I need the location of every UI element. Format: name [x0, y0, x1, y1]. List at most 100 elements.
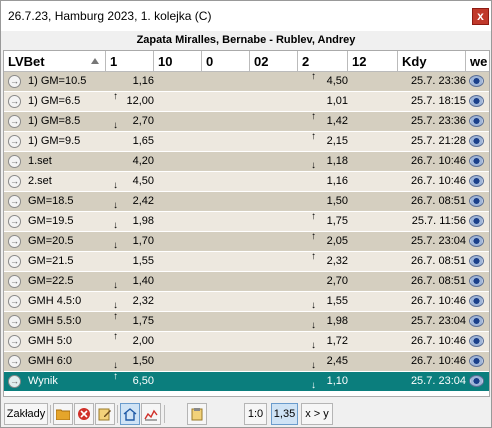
table-row[interactable]: → GM=22.5 ↓ 1,40 2,70 26.7. 08:51 [4, 272, 489, 292]
arrow-right-icon[interactable]: → [8, 175, 21, 188]
eye-icon[interactable] [469, 275, 484, 287]
open-folder-button[interactable] [53, 403, 73, 425]
odds-home[interactable]: 1,65 [112, 132, 154, 151]
table-row[interactable]: → GM=18.5 ↓ 2,42 1,50 26.7. 08:51 [4, 192, 489, 212]
odds-away[interactable]: 1,16 [306, 172, 348, 191]
grid-header: LVBet 1 10 0 02 2 12 Kdy we [4, 51, 489, 72]
eye-icon[interactable] [469, 315, 484, 327]
column-header-bookmaker[interactable]: LVBet [4, 51, 106, 72]
column-header-time[interactable]: Kdy [398, 51, 466, 72]
odds-away[interactable]: ↑ 2,32 [306, 251, 348, 271]
arrow-right-icon[interactable]: → [8, 235, 21, 248]
arrow-right-icon[interactable]: → [8, 335, 21, 348]
odds-format-button[interactable]: 1,35 [271, 403, 298, 425]
odds-away[interactable]: ↑ 2,15 [306, 131, 348, 151]
odds-home[interactable]: ↓ 1,70 [112, 232, 154, 251]
odds-home[interactable]: ↑ 12,00 [112, 91, 154, 111]
odds-home[interactable]: 1,55 [112, 252, 154, 271]
odds-away[interactable]: ↓ 1,98 [306, 312, 348, 331]
table-row[interactable]: → GM=19.5 ↓ 1,98 ↑ 1,75 25.7. 11:56 [4, 211, 489, 232]
table-row[interactable]: → GM=21.5 1,55 ↑ 2,32 26.7. 08:51 [4, 251, 489, 272]
table-row[interactable]: → 1) GM=6.5 ↑ 12,00 1,01 25.7. 18:15 [4, 91, 489, 112]
odds-home[interactable]: ↑ 2,00 [112, 331, 154, 351]
home-button[interactable] [120, 403, 140, 425]
odds-away[interactable]: ↑ 4,50 [306, 71, 348, 91]
odds-home[interactable]: ↓ 2,70 [112, 112, 154, 131]
close-button[interactable]: x [472, 8, 489, 25]
table-row[interactable]: → 2.set ↓ 4,50 1,16 26.7. 10:46 [4, 172, 489, 192]
odds-home[interactable]: ↓ 1,98 [112, 212, 154, 231]
odds-away[interactable]: ↓ 2,45 [306, 352, 348, 371]
arrow-right-icon[interactable]: → [8, 115, 21, 128]
odds-home[interactable]: ↓ 4,50 [112, 172, 154, 191]
eye-icon[interactable] [469, 95, 484, 107]
table-row[interactable]: → GMH 5.5:0 ↑ 1,75 ↓ 1,98 25.7. 23:04 [4, 311, 489, 332]
eye-icon[interactable] [469, 355, 484, 367]
arrow-right-icon[interactable]: → [8, 95, 21, 108]
zaklady-button[interactable]: Zakłady [4, 403, 48, 425]
eye-icon[interactable] [469, 195, 484, 207]
column-header-2[interactable]: 2 [298, 51, 348, 72]
market-name: GMH 4.5:0 [28, 295, 82, 307]
eye-icon[interactable] [469, 255, 484, 267]
score-format-button[interactable]: 1:0 [244, 403, 267, 425]
table-row[interactable]: → GMH 6:0 ↓ 1,50 ↓ 2,45 26.7. 10:46 [4, 352, 489, 372]
arrow-right-icon[interactable]: → [8, 135, 21, 148]
table-row[interactable]: → GM=20.5 ↓ 1,70 ↑ 2,05 25.7. 23:04 [4, 231, 489, 252]
odds-home[interactable]: 1,16 [112, 72, 154, 91]
eye-icon[interactable] [469, 175, 484, 187]
arrow-right-icon[interactable]: → [8, 295, 21, 308]
column-header-0[interactable]: 0 [202, 51, 250, 72]
edit-button[interactable] [95, 403, 115, 425]
eye-icon[interactable] [469, 375, 484, 387]
column-header-02[interactable]: 02 [250, 51, 298, 72]
arrow-right-icon[interactable]: → [8, 195, 21, 208]
arrow-right-icon[interactable]: → [8, 155, 21, 168]
eye-icon[interactable] [469, 75, 484, 87]
eye-icon[interactable] [469, 115, 484, 127]
odds-home[interactable]: ↑ 1,75 [112, 311, 154, 331]
odds-away[interactable]: ↓ 1,72 [306, 332, 348, 351]
eye-icon[interactable] [469, 215, 484, 227]
odds-home[interactable]: ↓ 1,40 [112, 272, 154, 291]
table-row[interactable]: → 1.set 4,20 ↓ 1,18 26.7. 10:46 [4, 152, 489, 172]
table-row[interactable]: → GMH 4.5:0 ↓ 2,32 ↓ 1,55 26.7. 10:46 [4, 292, 489, 312]
column-header-10[interactable]: 10 [154, 51, 202, 72]
odds-home[interactable]: ↓ 2,42 [112, 192, 154, 211]
odds-home[interactable]: ↓ 2,32 [112, 292, 154, 311]
update-time: 26.7. 10:46 [410, 335, 466, 347]
arrow-right-icon[interactable]: → [8, 355, 21, 368]
arrow-right-icon[interactable]: → [8, 315, 21, 328]
update-time: 25.7. 18:15 [410, 95, 466, 107]
odds-home[interactable]: ↑ 6,50 [112, 371, 154, 391]
eye-icon[interactable] [469, 235, 484, 247]
eye-icon[interactable] [469, 155, 484, 167]
comparison-button[interactable]: x > y [301, 403, 333, 425]
arrow-right-icon[interactable]: → [8, 215, 21, 228]
market-name: 1) GM=6.5 [28, 95, 81, 107]
arrow-right-icon[interactable]: → [8, 75, 21, 88]
column-header-1[interactable]: 1 [106, 51, 154, 72]
table-row[interactable]: → 1) GM=10.5 1,16 ↑ 4,50 25.7. 23:36 [4, 71, 489, 92]
delete-button[interactable] [74, 403, 94, 425]
odds-away[interactable]: 2,70 [306, 272, 348, 291]
table-row[interactable]: → 1) GM=9.5 1,65 ↑ 2,15 25.7. 21:28 [4, 131, 489, 152]
eye-icon[interactable] [469, 135, 484, 147]
arrow-right-icon[interactable]: → [8, 275, 21, 288]
chart-button[interactable] [141, 403, 161, 425]
odds-home[interactable]: 4,20 [112, 152, 154, 171]
clipboard-button[interactable] [187, 403, 207, 425]
odds-away[interactable]: ↓ 1,55 [306, 292, 348, 311]
column-header-12[interactable]: 12 [348, 51, 398, 72]
table-row[interactable]: → 1) GM=8.5 ↓ 2,70 ↑ 1,42 25.7. 23:36 [4, 111, 489, 132]
odds-away[interactable]: ↓ 1,18 [306, 152, 348, 171]
odds-home[interactable]: ↓ 1,50 [112, 352, 154, 371]
column-header-web[interactable]: we [466, 51, 489, 72]
odds-away[interactable]: ↓ 1,10 [306, 372, 348, 391]
eye-icon[interactable] [469, 295, 484, 307]
table-row[interactable]: → GMH 5:0 ↑ 2,00 ↓ 1,72 26.7. 10:46 [4, 331, 489, 352]
table-row[interactable]: → Wynik ↑ 6,50 ↓ 1,10 25.7. 23:04 [4, 371, 489, 392]
arrow-right-icon[interactable]: → [8, 375, 21, 388]
arrow-right-icon[interactable]: → [8, 255, 21, 268]
eye-icon[interactable] [469, 335, 484, 347]
